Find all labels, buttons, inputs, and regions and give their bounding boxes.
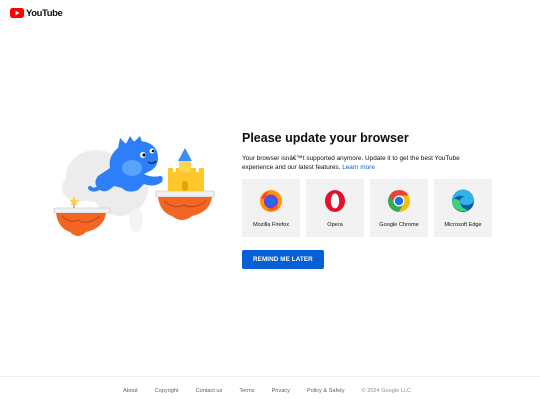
footer-link-contact-us[interactable]: Contact us [196, 388, 223, 394]
footer: About Copyright Contact us Terms Privacy… [0, 376, 540, 405]
browser-card-edge[interactable]: Microsoft Edge [434, 179, 492, 238]
firefox-icon [260, 190, 282, 213]
browser-list: Mozilla Firefox Opera Google Chrome Micr… [242, 179, 502, 238]
browser-label: Google Chrome [379, 222, 419, 229]
remind-me-later-button[interactable]: REMIND ME LATER [242, 250, 324, 270]
logo-text: YouTube [26, 7, 63, 19]
learn-more-link[interactable]: Learn more [342, 164, 375, 171]
youtube-play-icon [10, 8, 24, 18]
footer-link-copyright[interactable]: Copyright [155, 388, 179, 394]
footer-link-terms[interactable]: Terms [239, 388, 254, 394]
footer-links: About Copyright Contact us Terms Privacy… [123, 388, 411, 394]
opera-icon [325, 190, 345, 213]
browser-card-chrome[interactable]: Google Chrome [370, 179, 428, 238]
header: YouTube [10, 6, 63, 20]
browser-card-opera[interactable]: Opera [306, 179, 364, 238]
browser-label: Microsoft Edge [444, 222, 482, 229]
chrome-icon [388, 190, 410, 213]
description: Your browser isnâ€™t supported anymore. … [242, 154, 492, 172]
edge-icon [451, 189, 474, 213]
footer-link-privacy[interactable]: Privacy [272, 388, 290, 394]
footer-link-about[interactable]: About [123, 388, 138, 394]
dino-illustration [53, 136, 215, 236]
page-title: Please update your browser [242, 131, 409, 145]
footer-link-policy-safety[interactable]: Policy & Safety [307, 388, 345, 394]
browser-label: Mozilla Firefox [252, 222, 290, 229]
copyright-text: © 2024 Google LLC [361, 388, 412, 394]
youtube-logo[interactable]: YouTube [10, 7, 63, 19]
update-browser-panel: Please update your browser Your browser … [242, 130, 502, 270]
browser-label: Opera [327, 222, 343, 229]
browser-card-firefox[interactable]: Mozilla Firefox [242, 179, 300, 238]
